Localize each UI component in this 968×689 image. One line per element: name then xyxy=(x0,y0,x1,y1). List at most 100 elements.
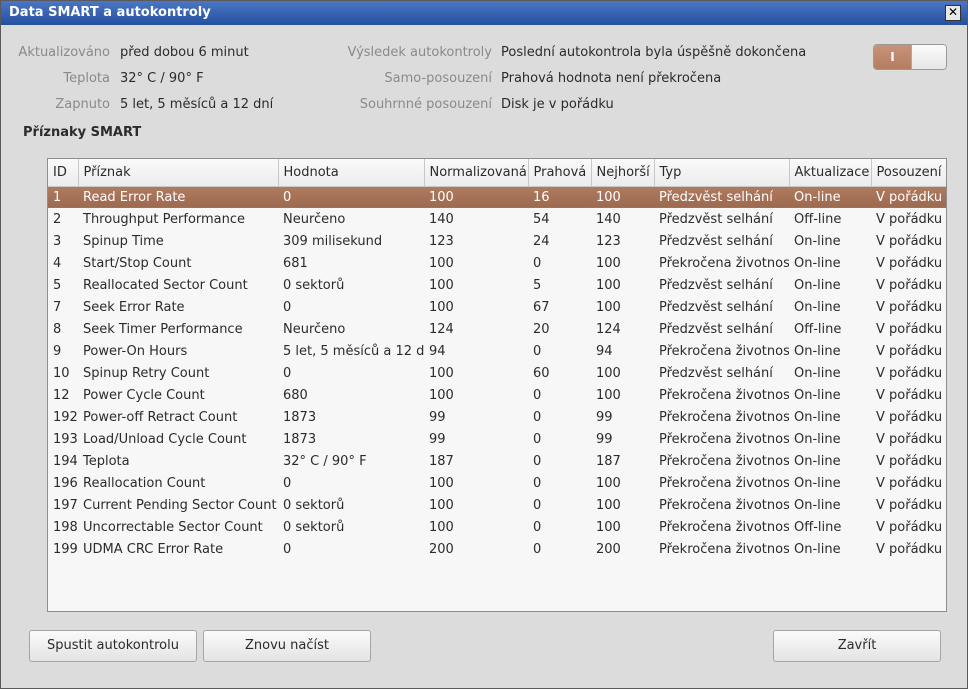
cell-assessment: V pořádku xyxy=(876,233,943,249)
cell-threshold: 20 xyxy=(533,321,550,337)
cell-updates: Off-line xyxy=(794,211,842,227)
table-row[interactable]: 7 Seek Error Rate 0 100 67 100 Předzvěst selhá… xyxy=(48,296,946,318)
cell-id: 199 xyxy=(53,541,78,557)
cell-type: Předzvěst selhání xyxy=(659,299,773,315)
table-row[interactable]: 197 Current Pending Sector Count 0 sektorů… xyxy=(48,494,946,516)
cell-attribute: Reallocation Count xyxy=(83,475,206,491)
toggle-knob[interactable] xyxy=(911,45,946,69)
cell-normalized: 100 xyxy=(429,497,454,513)
table-row[interactable]: 5 Reallocated Sector Count 0 sektorů 100 5 10… xyxy=(48,274,946,296)
cell-assessment: V pořádku xyxy=(876,255,943,271)
table-row[interactable]: 192 Power-off Retract Count 1873 99 0 99 Překr… xyxy=(48,406,946,428)
table-row[interactable]: 194 Teplota 32° C / 90° F 187 0 187 Překročena… xyxy=(48,450,946,472)
smart-attributes-table[interactable]: ID Příznak Hodnota Normalizovaná Prahová… xyxy=(47,158,947,612)
cell-id: 193 xyxy=(53,431,78,447)
table-row[interactable]: 1 Read Error Rate 0 100 16 100 Předzvěst selhá… xyxy=(48,186,946,208)
cell-id: 197 xyxy=(53,497,78,513)
table-row[interactable]: 2 Throughput Performance Neurčeno 140 54 140 P… xyxy=(48,208,946,230)
table-row[interactable]: 9 Power-On Hours 5 let, 5 měsíců a 12 dní 9… xyxy=(48,340,946,362)
cell-updates: On-line xyxy=(794,541,841,557)
close-icon[interactable]: ✕ xyxy=(945,5,961,21)
cell-id: 8 xyxy=(53,321,62,337)
cell-type: Předzvěst selhání xyxy=(659,321,773,337)
cell-normalized: 123 xyxy=(429,233,454,249)
selftest-result-value: Poslední autokontrola byla úspěšně dokon… xyxy=(501,45,807,60)
cell-updates: Off-line xyxy=(794,519,842,535)
cell-attribute: Teplota xyxy=(83,453,130,469)
column-header-normalized[interactable]: Normalizovaná xyxy=(424,159,529,187)
cell-attribute: Seek Error Rate xyxy=(83,299,185,315)
table-row[interactable]: 199 UDMA CRC Error Rate 0 200 0 200 Překročena… xyxy=(48,538,946,560)
cell-updates: On-line xyxy=(794,431,841,447)
cell-id: 1 xyxy=(48,186,78,208)
table-row[interactable]: 4 Start/Stop Count 681 100 0 100 Překročena ži… xyxy=(48,252,946,274)
column-header-updates[interactable]: Aktualizace xyxy=(789,159,872,187)
cell-normalized: 100 xyxy=(429,387,454,403)
overall-assessment-label: Souhrnné posouzení xyxy=(359,97,492,112)
table-row[interactable]: 10 Spinup Retry Count 0 100 60 100 Předzvěst s… xyxy=(48,362,946,384)
cell-value: 0 xyxy=(283,299,292,315)
cell-updates: On-line xyxy=(794,365,841,381)
cell-id: 194 xyxy=(53,453,78,469)
reload-button[interactable]: Znovu načíst xyxy=(203,630,371,662)
cell-id: 198 xyxy=(53,519,78,535)
cell-updates: On-line xyxy=(794,387,841,403)
cell-type: Překročena životnost xyxy=(659,343,789,359)
run-selftest-button[interactable]: Spustit autokontrolu xyxy=(29,630,197,662)
cell-id: 4 xyxy=(53,255,62,271)
cell-type: Předzvěst selhání xyxy=(659,233,773,249)
column-header-attribute[interactable]: Příznak xyxy=(78,159,279,187)
cell-assessment: V pořádku xyxy=(876,365,943,381)
column-header-id[interactable]: ID xyxy=(48,159,79,187)
cell-assessment: V pořádku xyxy=(876,299,943,315)
cell-normalized: 100 xyxy=(429,277,454,293)
cell-assessment: V pořádku xyxy=(876,387,943,403)
cell-worst: 187 xyxy=(596,453,621,469)
cell-threshold: 67 xyxy=(533,299,550,315)
cell-id: 5 xyxy=(53,277,62,293)
table-row[interactable]: 12 Power Cycle Count 680 100 0 100 Překročena … xyxy=(48,384,946,406)
cell-value: Neurčeno xyxy=(283,211,346,227)
table-row[interactable]: 8 Seek Timer Performance Neurčeno 124 20 124 P… xyxy=(48,318,946,340)
cell-value: 0 xyxy=(283,365,292,381)
column-header-value[interactable]: Hodnota xyxy=(278,159,425,187)
cell-threshold: 24 xyxy=(533,233,550,249)
powered-on-label: Zapnuto xyxy=(55,97,110,112)
cell-worst: 100 xyxy=(596,497,621,513)
powered-on-value: 5 let, 5 měsíců a 12 dní xyxy=(120,97,274,112)
cell-worst: 100 xyxy=(596,519,621,535)
cell-normalized: 100 xyxy=(429,475,454,491)
table-row[interactable]: 196 Reallocation Count 0 100 0 100 Překročena … xyxy=(48,472,946,494)
cell-worst: 100 xyxy=(596,277,621,293)
cell-normalized: 100 xyxy=(424,186,528,208)
column-header-worst[interactable]: Nejhorší xyxy=(591,159,655,187)
table-row[interactable]: 193 Load/Unload Cycle Count 1873 99 0 99 Překr… xyxy=(48,428,946,450)
cell-worst: 100 xyxy=(596,475,621,491)
smart-toggle[interactable]: I xyxy=(873,44,947,70)
column-header-type[interactable]: Typ xyxy=(654,159,790,187)
cell-updates: On-line xyxy=(794,475,841,491)
self-assessment-value: Prahová hodnota není překročena xyxy=(501,71,722,86)
temperature-label: Teplota xyxy=(63,71,110,86)
cell-updates: On-line xyxy=(794,409,841,425)
cell-threshold: 0 xyxy=(533,387,542,403)
cell-normalized: 99 xyxy=(429,409,446,425)
cell-value: 0 xyxy=(283,475,292,491)
table-row[interactable]: 3 Spinup Time 309 milisekund 123 24 123 Předzv… xyxy=(48,230,946,252)
table-row[interactable]: 198 Uncorrectable Sector Count 0 sektorů 10… xyxy=(48,516,946,538)
cell-threshold: 0 xyxy=(533,343,542,359)
cell-worst: 99 xyxy=(596,409,613,425)
column-header-assessment[interactable]: Posouzení xyxy=(871,159,946,187)
title-bar: Data SMART a autokontroly ✕ xyxy=(1,1,967,25)
column-header-threshold[interactable]: Prahová xyxy=(528,159,592,187)
cell-type: Překročena životnost xyxy=(659,453,789,469)
cell-threshold: 0 xyxy=(533,255,542,271)
cell-normalized: 124 xyxy=(429,321,454,337)
self-assessment-label: Samo-posouzení xyxy=(384,71,492,86)
cell-threshold: 0 xyxy=(533,453,542,469)
cell-worst: 99 xyxy=(596,431,613,447)
close-button[interactable]: Zavřít xyxy=(773,630,941,662)
cell-id: 12 xyxy=(53,387,70,403)
cell-type: Překročena životnost xyxy=(659,431,789,447)
cell-normalized: 140 xyxy=(429,211,454,227)
